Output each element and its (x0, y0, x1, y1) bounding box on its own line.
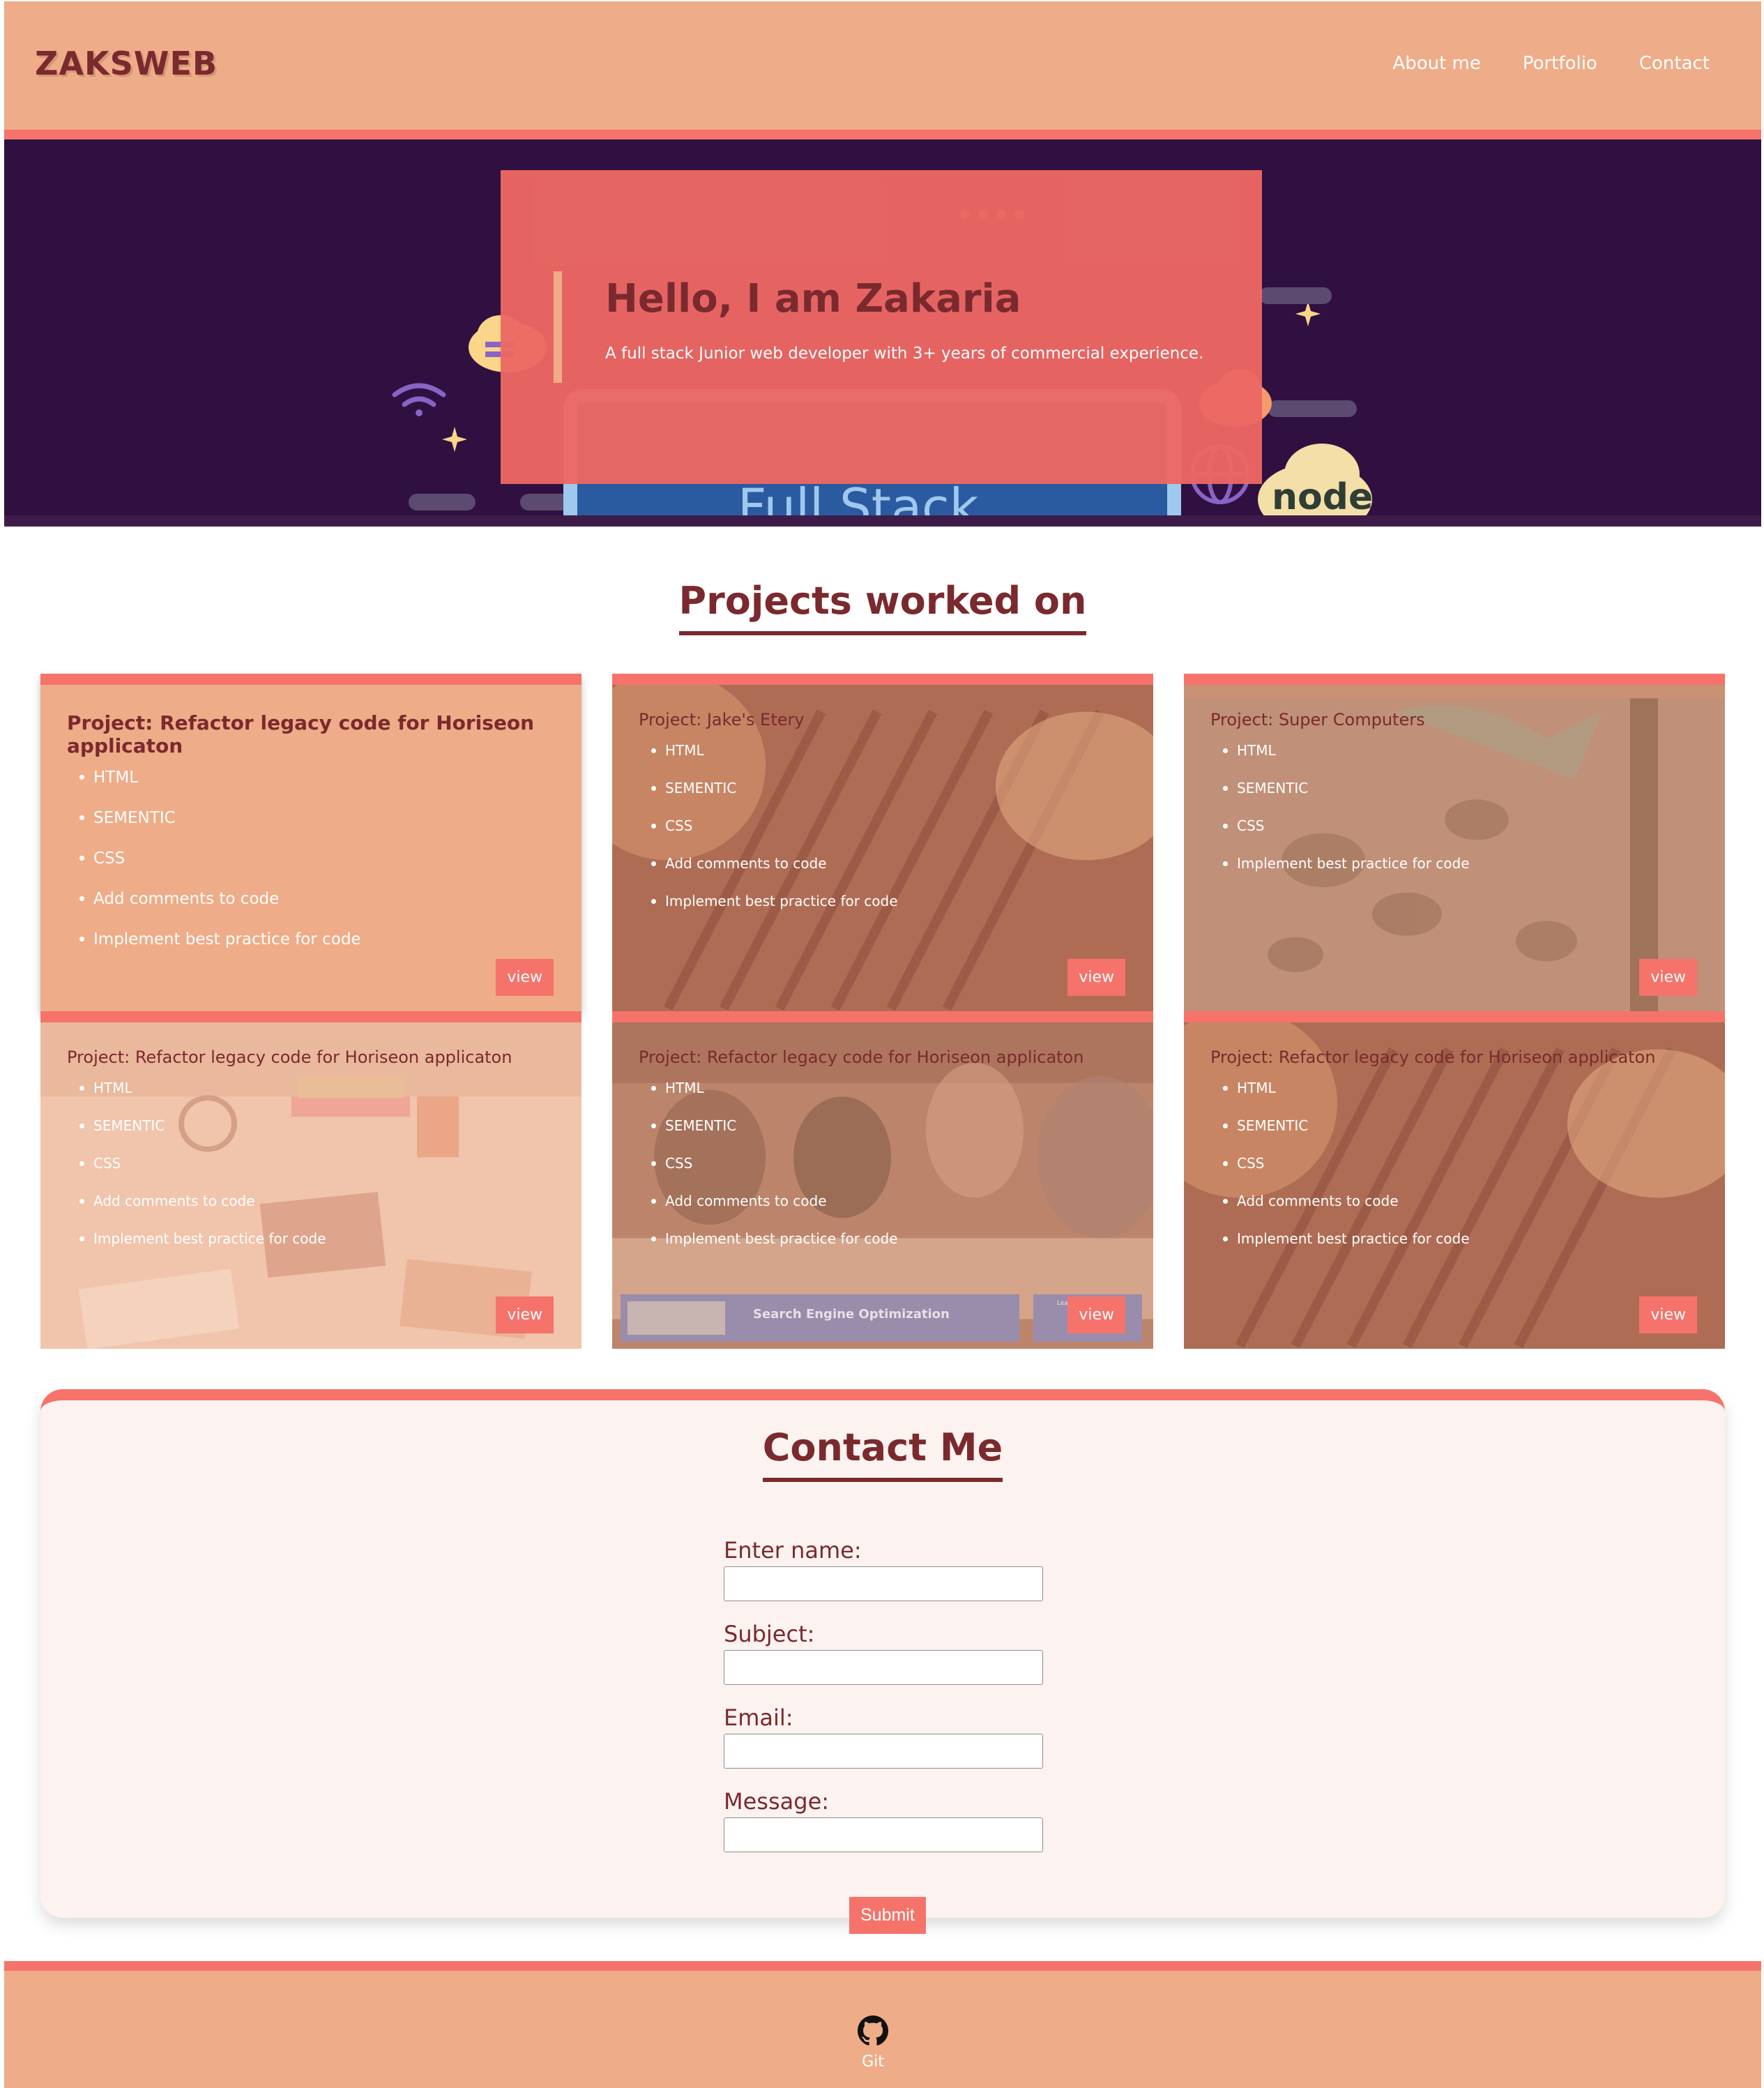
list-item: Add comments to code (79, 1193, 326, 1230)
list-item: SEMENTIC (79, 809, 361, 849)
project-title: Project: Refactor legacy code for Horise… (639, 1047, 1084, 1067)
project-card: Project: Refactor legacy code for Horise… (612, 1011, 1153, 1349)
list-item: Add comments to code (651, 855, 898, 893)
list-item: SEMENTIC (1223, 780, 1470, 817)
dash-shape (1259, 287, 1332, 304)
list-item: CSS (1223, 817, 1470, 855)
nav-portfolio[interactable]: Portfolio (1523, 53, 1597, 74)
list-item: CSS (651, 817, 898, 855)
list-item: HTML (1223, 1080, 1470, 1117)
page: ZAKSWEB About me Portfolio Contact node … (4, 1, 1761, 2088)
list-item: CSS (79, 849, 361, 890)
project-title: Project: Jake's Etery (639, 710, 805, 729)
list-item: SEMENTIC (1223, 1117, 1470, 1155)
project-title: Project: Super Computers (1210, 710, 1425, 729)
list-item: HTML (79, 769, 361, 809)
subject-label: Subject: (724, 1621, 815, 1647)
seo-banner: Search Engine Optimization (621, 1294, 1019, 1342)
list-item: Add comments to code (651, 1193, 898, 1230)
nav-contact[interactable]: Contact (1639, 53, 1710, 74)
git-label[interactable]: Git (844, 2053, 902, 2071)
view-button[interactable]: view (496, 1296, 554, 1333)
dash-shape (409, 494, 476, 510)
email-field[interactable] (724, 1734, 1043, 1769)
subject-field[interactable] (724, 1650, 1043, 1685)
hero-subtitle: A full stack Junior web developer with 3… (605, 345, 1204, 363)
project-title: Project: Refactor legacy code for Horise… (67, 711, 535, 757)
name-field[interactable] (724, 1566, 1043, 1601)
svg-text:node: node (1272, 476, 1373, 518)
wifi-icon (392, 383, 446, 416)
contact-heading: Contact Me (4, 1425, 1761, 1482)
list-item: SEMENTIC (651, 1117, 898, 1155)
list-item: HTML (651, 1080, 898, 1117)
list-item: CSS (79, 1155, 326, 1193)
contact-heading-text: Contact Me (762, 1425, 1003, 1482)
project-card: Project: Jake's Etery HTML SEMENTIC CSS … (612, 674, 1153, 1011)
list-item: HTML (1223, 742, 1470, 780)
list-item: SEMENTIC (79, 1117, 326, 1155)
list-item: HTML (79, 1080, 326, 1117)
project-skill-list: HTML SEMENTIC CSS Add comments to code I… (1210, 1080, 1470, 1268)
site-logo[interactable]: ZAKSWEB (35, 45, 218, 82)
project-card: Project: Refactor legacy code for Horise… (1184, 1011, 1725, 1349)
view-button[interactable]: view (496, 959, 554, 996)
name-label: Enter name: (724, 1537, 862, 1564)
projects-heading-text: Projects worked on (678, 579, 1087, 635)
project-card: Project: Refactor legacy code for Horise… (40, 1011, 581, 1349)
project-card: Project: Super Computers HTML SEMENTIC C… (1184, 674, 1725, 1011)
site-header: ZAKSWEB About me Portfolio Contact (4, 1, 1761, 139)
list-item: Add comments to code (79, 890, 361, 930)
message-field[interactable] (724, 1817, 1043, 1852)
project-skill-list: HTML SEMENTIC CSS Add comments to code I… (639, 1080, 898, 1268)
seo-banner-text: Search Engine Optimization (753, 1307, 950, 1322)
hero-card: Hello, I am Zakaria A full stack Junior … (501, 170, 1262, 484)
list-item: Implement best practice for code (1223, 855, 1470, 893)
github-icon[interactable] (858, 2015, 888, 2046)
list-item: Implement best practice for code (651, 1230, 898, 1268)
project-skill-list: HTML SEMENTIC CSS Add comments to code I… (67, 1080, 326, 1268)
project-skill-list: HTML SEMENTIC CSS Add comments to code I… (67, 769, 361, 971)
list-item: CSS (651, 1155, 898, 1193)
projects-heading: Projects worked on (4, 579, 1761, 635)
list-item: SEMENTIC (651, 780, 898, 817)
hero-banner: node Full Stack Hello, I am Zakaria A fu… (4, 139, 1761, 527)
view-button[interactable]: view (1067, 959, 1125, 996)
list-item: Implement best practice for code (651, 893, 898, 930)
list-item: Implement best practice for code (1223, 1230, 1470, 1268)
list-item: Implement best practice for code (79, 930, 361, 971)
nav-about-me[interactable]: About me (1392, 53, 1480, 74)
email-label: Email: (724, 1704, 793, 1731)
project-skill-list: HTML SEMENTIC CSS Implement best practic… (1210, 742, 1470, 893)
view-button[interactable]: view (1639, 959, 1697, 996)
contact-section: Contact Me Enter name: Subject: Email: M… (40, 1389, 1725, 1934)
main-nav: About me Portfolio Contact (1392, 53, 1710, 74)
site-footer: Git (4, 1961, 1761, 2088)
list-item: Add comments to code (1223, 1193, 1470, 1230)
hero-bottom-strip (4, 515, 1761, 527)
dash-shape (1268, 400, 1357, 417)
hero-accent-bar (554, 271, 562, 383)
seo-banner-thumb (628, 1301, 725, 1335)
project-skill-list: HTML SEMENTIC CSS Add comments to code I… (639, 742, 898, 930)
node-logo-icon: node (1258, 444, 1373, 527)
list-item: Implement best practice for code (79, 1230, 326, 1268)
view-button[interactable]: view (1639, 1296, 1697, 1333)
list-item: CSS (1223, 1155, 1470, 1193)
message-label: Message: (724, 1788, 830, 1815)
project-title: Project: Refactor legacy code for Horise… (1210, 1047, 1656, 1067)
list-item: HTML (651, 742, 898, 780)
submit-button[interactable]: Submit (849, 1897, 926, 1934)
view-button[interactable]: view (1067, 1296, 1125, 1333)
hero-title: Hello, I am Zakaria (605, 276, 1021, 321)
project-title: Project: Refactor legacy code for Horise… (67, 1047, 512, 1067)
project-card: Project: Refactor legacy code for Horise… (40, 674, 581, 1011)
